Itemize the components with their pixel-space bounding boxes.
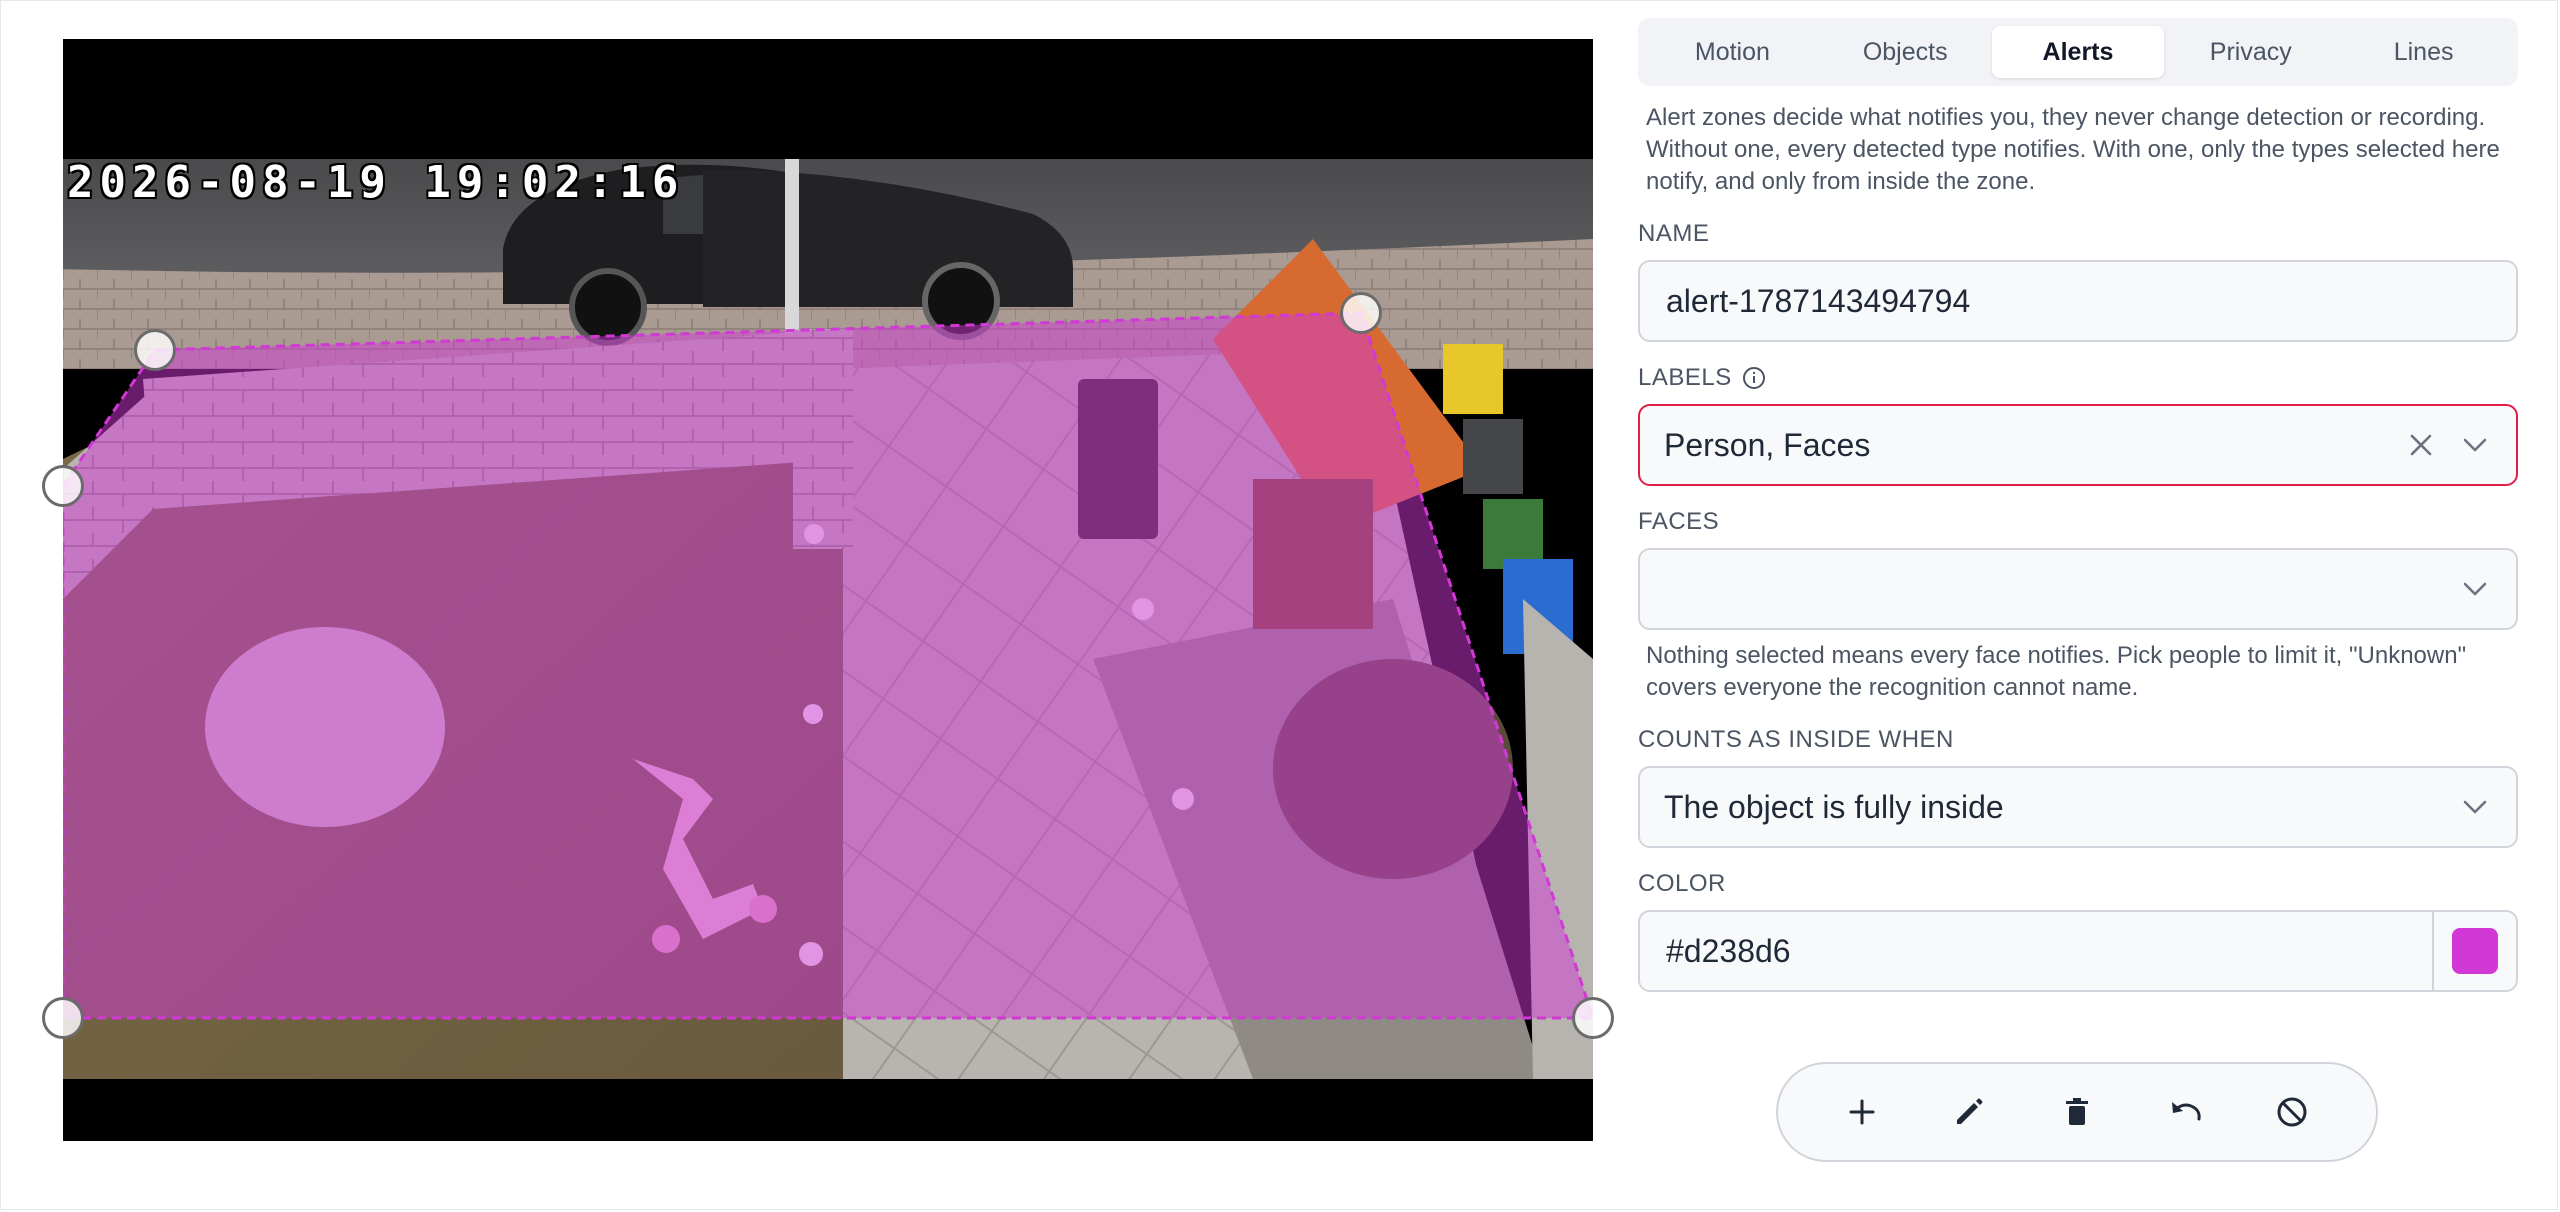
zone-vertex-handle[interactable] <box>1572 997 1614 1039</box>
zone-editor-panel: Motion Objects Alerts Privacy Lines Aler… <box>1638 18 2518 992</box>
disable-icon[interactable] <box>2264 1084 2320 1140</box>
inside-label: COUNTS AS INSIDE WHEN <box>1638 726 2518 754</box>
labels-select[interactable]: Person, Faces <box>1638 404 2518 486</box>
color-field[interactable] <box>1638 910 2518 992</box>
inside-label-text: COUNTS AS INSIDE WHEN <box>1638 726 1954 753</box>
alert-zone-polygon <box>63 311 1593 1020</box>
name-label-text: NAME <box>1638 220 1710 247</box>
trash-icon[interactable] <box>2049 1084 2105 1140</box>
name-label: NAME <box>1638 220 2518 248</box>
zone-toolbar <box>1776 1062 2378 1162</box>
pencil-icon[interactable] <box>1941 1084 1997 1140</box>
chevron-down-icon[interactable] <box>2458 428 2492 462</box>
color-swatch-cell[interactable] <box>2432 912 2516 990</box>
info-icon[interactable] <box>1742 366 1766 390</box>
close-icon[interactable] <box>2404 428 2438 462</box>
faces-select[interactable] <box>1638 548 2518 630</box>
zone-type-tabs: Motion Objects Alerts Privacy Lines <box>1638 18 2518 86</box>
color-swatch[interactable] <box>2452 928 2498 974</box>
name-input[interactable] <box>1664 281 2492 321</box>
camera-timestamp: 2026-08-19 19:02:16 <box>67 157 685 208</box>
name-field[interactable] <box>1638 260 2518 342</box>
tab-motion[interactable]: Motion <box>1646 26 1819 78</box>
inside-select-value: The object is fully inside <box>1664 788 2004 825</box>
tab-alerts[interactable]: Alerts <box>1991 26 2165 78</box>
labels-label: LABELS <box>1638 364 2518 392</box>
color-label-text: COLOR <box>1638 870 1726 897</box>
labels-select-value: Person, Faces <box>1664 426 1871 463</box>
alerts-help-text: Alert zones decide what notifies you, th… <box>1646 104 2500 195</box>
undo-icon[interactable] <box>2157 1084 2213 1140</box>
faces-label: FACES <box>1638 508 2518 536</box>
zone-vertex-handle[interactable] <box>134 329 176 371</box>
faces-label-text: FACES <box>1638 508 1720 535</box>
tab-objects[interactable]: Objects <box>1819 26 1992 78</box>
tab-lines[interactable]: Lines <box>2337 26 2510 78</box>
chevron-down-icon[interactable] <box>2458 572 2492 606</box>
zone-vertex-handle[interactable] <box>1340 292 1382 334</box>
color-input[interactable] <box>1664 931 2432 971</box>
chevron-down-icon[interactable] <box>2458 790 2492 824</box>
color-label: COLOR <box>1638 870 2518 898</box>
zone-vertex-handle[interactable] <box>42 465 84 507</box>
plus-icon[interactable] <box>1834 1084 1890 1140</box>
inside-select[interactable]: The object is fully inside <box>1638 766 2518 848</box>
zone-vertex-handle[interactable] <box>42 997 84 1039</box>
labels-label-text: LABELS <box>1638 364 1732 391</box>
faces-help-text: Nothing selected means every face notifi… <box>1646 642 2467 701</box>
tab-privacy[interactable]: Privacy <box>2164 26 2337 78</box>
camera-viewport[interactable]: 2026-08-19 19:02:16 <box>42 39 1614 1141</box>
